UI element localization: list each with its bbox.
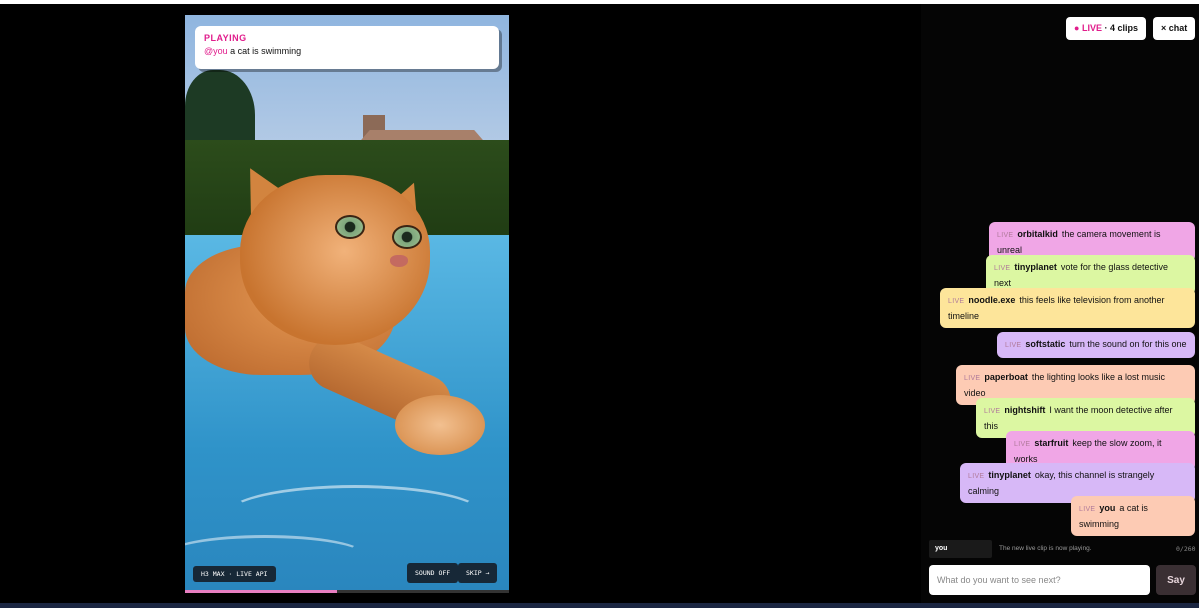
now-playing-card: PLAYING @you a cat is swimming: [195, 26, 499, 69]
playing-label: PLAYING: [204, 33, 247, 43]
playing-prompt: @you a cat is swimming: [204, 46, 490, 56]
chat-message: LIVE noodle.exe this feels like television…: [940, 288, 1195, 328]
live-tag: LIVE: [994, 265, 1011, 272]
live-tag: LIVE: [1005, 342, 1022, 349]
live-tag: LIVE: [968, 473, 985, 480]
live-tag: LIVE: [1014, 441, 1031, 448]
message-user[interactable]: softstatic: [1025, 339, 1065, 349]
video-player[interactable]: [185, 15, 509, 593]
chat-toggle-button[interactable]: × chat: [1153, 17, 1196, 40]
char-count: 0/260: [1176, 545, 1196, 553]
message-user[interactable]: tinyplanet: [1014, 262, 1057, 272]
chat-message: LIVE you a cat is swimming: [1071, 496, 1195, 536]
say-button[interactable]: Say: [1156, 565, 1196, 595]
message-user[interactable]: starfruit: [1034, 438, 1068, 448]
message-user[interactable]: tinyplanet: [988, 470, 1031, 480]
video-progress-bar: [185, 590, 509, 593]
message-user[interactable]: nightshift: [1004, 405, 1045, 415]
live-label: LIVE: [1081, 23, 1102, 33]
chat-message: LIVE softstatic turn the sound on for this…: [997, 332, 1195, 358]
sound-toggle-button[interactable]: SOUND OFF: [407, 563, 459, 583]
prompt-text: a cat is swimming: [230, 46, 302, 56]
clips-count: · 4 clips: [1104, 23, 1138, 33]
video-progress-fill: [185, 590, 338, 593]
chat-input[interactable]: [929, 565, 1150, 595]
message-user[interactable]: paperboat: [984, 372, 1028, 382]
message-user[interactable]: noodle.exe: [968, 295, 1015, 305]
live-dot-icon: ●: [1074, 23, 1080, 33]
live-status-badge: ● LIVE · 4 clips: [1066, 17, 1146, 40]
prompt-user: @you: [204, 46, 228, 56]
bottom-border: [0, 603, 1199, 608]
video-frame: [185, 15, 509, 593]
model-tag: H3 MAX · LIVE API: [193, 566, 276, 582]
live-tag: LIVE: [1079, 506, 1096, 513]
live-tag: LIVE: [964, 375, 981, 382]
username-field[interactable]: you: [929, 540, 992, 558]
live-tag: LIVE: [984, 408, 1001, 415]
message-user[interactable]: you: [1099, 503, 1115, 513]
message-user[interactable]: orbitalkid: [1017, 229, 1058, 239]
status-text: The new live clip is now playing.: [999, 545, 1092, 552]
live-tag: LIVE: [948, 298, 965, 305]
skip-button[interactable]: SKIP →: [458, 563, 498, 583]
message-text: turn the sound on for this one: [1069, 339, 1187, 349]
live-tag: LIVE: [997, 232, 1014, 239]
